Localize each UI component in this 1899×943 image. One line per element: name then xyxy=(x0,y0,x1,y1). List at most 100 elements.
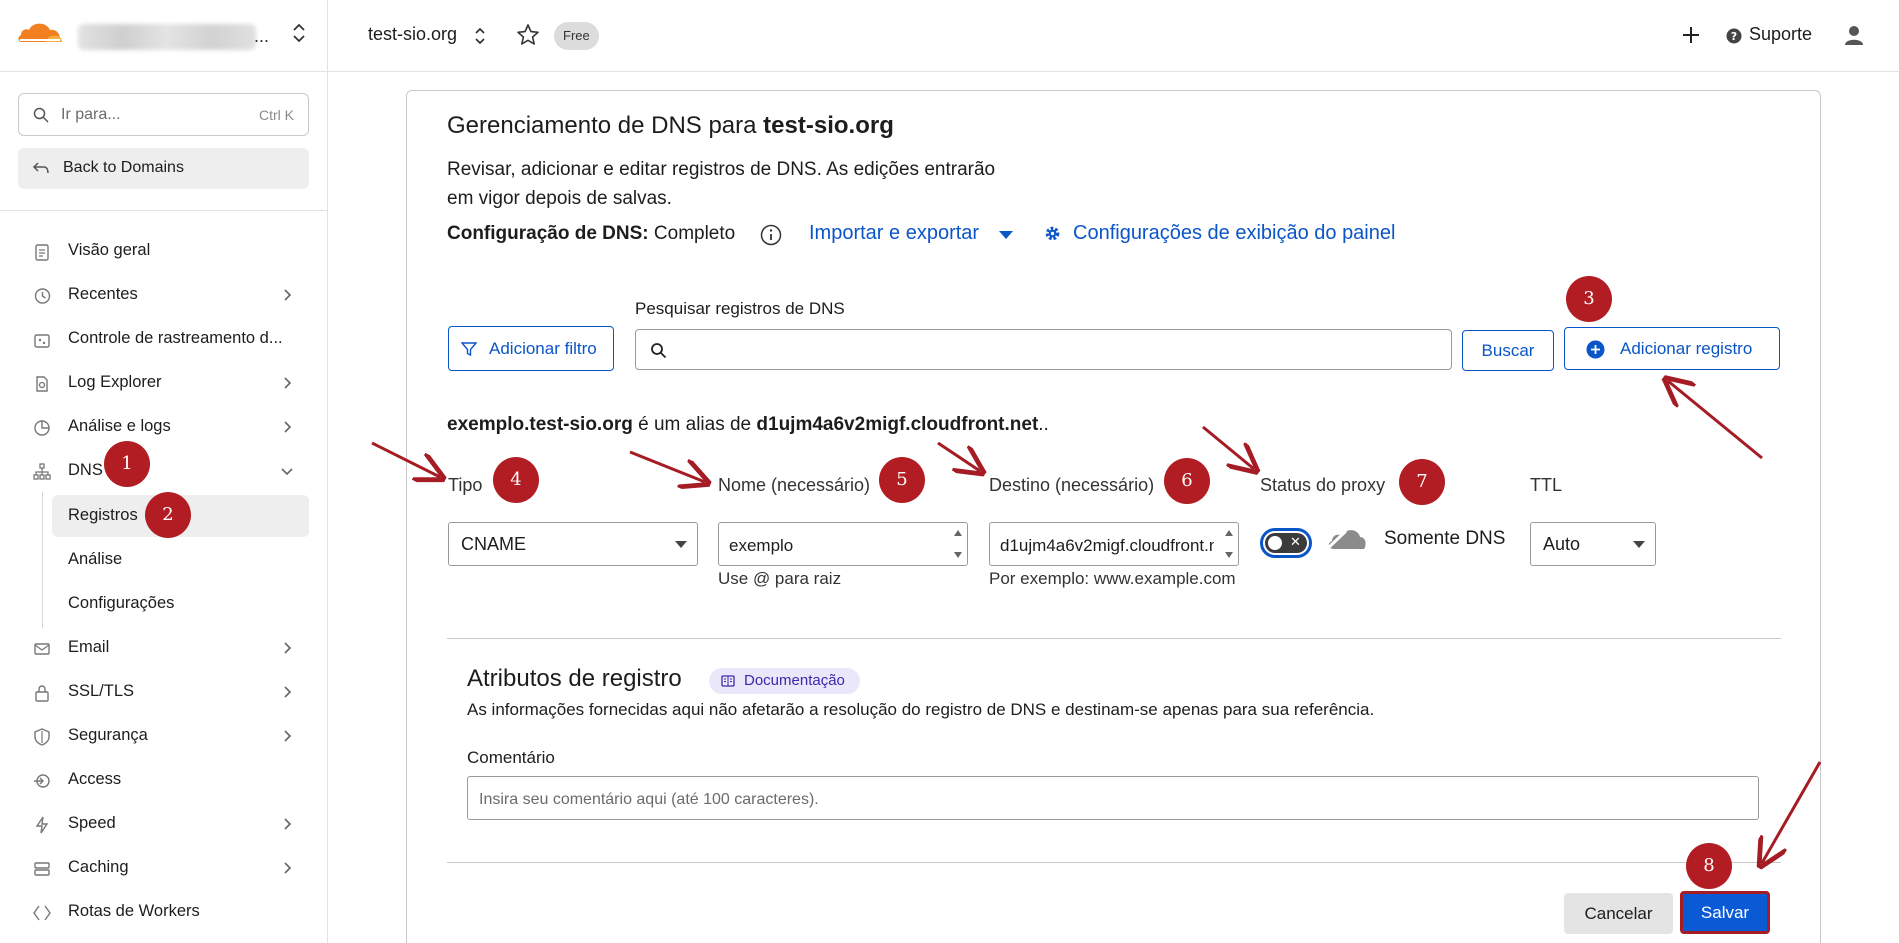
resize-arrows-icon xyxy=(1225,530,1233,558)
proxy-status-label: Status do proxy xyxy=(1260,475,1386,495)
nav-item-worker-routes[interactable]: Rotas de Workers xyxy=(18,893,309,931)
support-link[interactable]: Suporte xyxy=(1749,24,1812,45)
account-bar: ... xyxy=(0,0,328,72)
name-value: exemplo xyxy=(729,536,794,555)
chevron-right-icon xyxy=(284,862,292,874)
divider xyxy=(447,638,1781,639)
type-value: CNAME xyxy=(461,534,527,554)
star-icon[interactable] xyxy=(516,23,540,47)
caret-down-icon xyxy=(1633,541,1645,548)
nav-item-dns[interactable]: DNS xyxy=(18,452,309,490)
page-description: Revisar, adicionar e editar registros de… xyxy=(447,159,996,209)
book-icon xyxy=(721,675,735,687)
type-select[interactable]: CNAME xyxy=(448,522,698,566)
ttl-value: Auto xyxy=(1543,534,1581,554)
proxy-toggle[interactable]: ✕ xyxy=(1260,528,1312,558)
search-records-input[interactable] xyxy=(635,329,1452,370)
cloudflare-logo[interactable] xyxy=(16,18,64,46)
top-bar: test-sio.org Free ? Suporte xyxy=(328,0,1899,72)
chevron-down-icon xyxy=(281,468,293,476)
proxy-status-value: Somente DNS xyxy=(1384,528,1506,549)
nav-item-email[interactable]: Email xyxy=(18,629,309,667)
search-button[interactable]: Buscar xyxy=(1462,330,1554,371)
chevron-right-icon xyxy=(284,730,292,742)
nav-label: Configurações xyxy=(68,594,175,612)
chevron-up-down-icon[interactable] xyxy=(290,22,308,44)
toggle-track: ✕ xyxy=(1265,533,1307,553)
add-circle-icon xyxy=(1586,340,1605,359)
add-filter-button[interactable]: Adicionar filtro xyxy=(448,326,614,371)
annotation-badge-1: 1 xyxy=(104,441,150,487)
search-icon xyxy=(33,107,49,123)
target-input[interactable]: d1ujm4a6v2migf.cloudfront.net xyxy=(989,522,1239,566)
nav-label: SSL/TLS xyxy=(68,682,135,700)
nav-item-tracking-control[interactable]: Controle de rastreamento d... xyxy=(18,320,309,358)
target-value: d1ujm4a6v2migf.cloudfront.net xyxy=(1000,536,1214,555)
help-icon[interactable]: ? xyxy=(1726,28,1742,44)
documentation-link[interactable]: Documentação xyxy=(709,668,860,694)
history-icon xyxy=(34,288,51,304)
caret-down-icon xyxy=(675,541,687,548)
server-icon xyxy=(34,862,50,876)
chevron-up-down-icon[interactable] xyxy=(472,25,488,47)
name-input[interactable]: exemplo xyxy=(718,522,968,566)
search-icon xyxy=(651,343,667,359)
nav-label: Rotas de Workers xyxy=(68,902,200,920)
shield-icon xyxy=(34,728,50,746)
dns-config-status: Configuração de DNS: Completo xyxy=(447,223,736,244)
nav-label: Recentes xyxy=(68,285,138,303)
nav-label: Caching xyxy=(68,858,129,876)
display-settings-link[interactable]: Configurações de exibição do painel xyxy=(1073,222,1395,245)
nav-item-analytics-logs[interactable]: Análise e logs xyxy=(18,408,309,446)
search-records-label: Pesquisar registros de DNS xyxy=(635,299,845,318)
add-filter-label: Adicionar filtro xyxy=(489,339,597,358)
annotation-badge-4: 4 xyxy=(493,457,539,503)
chevron-right-icon xyxy=(284,818,292,830)
mail-icon xyxy=(34,643,50,655)
user-icon[interactable] xyxy=(1843,24,1865,46)
target-hint: Por exemplo: www.example.com xyxy=(989,569,1236,588)
back-to-domains-button[interactable]: Back to Domains xyxy=(18,148,309,189)
nav-subitem-settings[interactable]: Configurações xyxy=(52,583,309,625)
workers-icon xyxy=(33,905,51,921)
nav-item-caching[interactable]: Caching xyxy=(18,849,309,887)
nav-item-access[interactable]: Access xyxy=(18,761,309,799)
nav-item-overview[interactable]: Visão geral xyxy=(18,232,309,270)
annotation-badge-3: 3 xyxy=(1566,276,1612,322)
cancel-button[interactable]: Cancelar xyxy=(1564,893,1673,934)
ttl-select[interactable]: Auto xyxy=(1530,522,1656,566)
nav-item-security[interactable]: Segurança xyxy=(18,717,309,755)
info-icon[interactable] xyxy=(760,224,782,246)
nav-item-recent[interactable]: Recentes xyxy=(18,276,309,314)
nav-label: Segurança xyxy=(68,726,148,744)
goto-shortcut: Ctrl K xyxy=(259,107,294,123)
nav-label: Speed xyxy=(68,814,116,832)
nav-label: Visão geral xyxy=(68,241,151,259)
chevron-right-icon xyxy=(284,686,292,698)
svg-text:?: ? xyxy=(1731,30,1737,43)
nav-item-speed[interactable]: Speed xyxy=(18,805,309,843)
sidebar: ... Ir para... Ctrl K Back to Domains Vi… xyxy=(0,0,328,943)
account-name-redacted[interactable] xyxy=(78,24,256,50)
nav-label: Access xyxy=(68,770,122,788)
gear-icon[interactable] xyxy=(1044,225,1061,242)
cloud-dns-only-icon xyxy=(1324,529,1366,551)
add-record-button[interactable]: Adicionar registro xyxy=(1564,327,1780,370)
annotation-badge-8: 8 xyxy=(1686,843,1732,889)
nav-item-ssl-tls[interactable]: SSL/TLS xyxy=(18,673,309,711)
save-button[interactable]: Salvar xyxy=(1680,891,1770,934)
nav-subitem-analytics[interactable]: Análise xyxy=(52,539,309,581)
plus-icon[interactable] xyxy=(1678,22,1704,48)
comment-input[interactable]: Insira seu comentário aqui (até 100 cara… xyxy=(467,776,1759,820)
name-label: Nome (necessário) xyxy=(718,475,871,495)
submenu-line xyxy=(42,492,43,628)
goto-placeholder: Ir para... xyxy=(61,106,121,123)
back-arrow-icon xyxy=(32,162,49,174)
nav-item-log-explorer[interactable]: Log Explorer xyxy=(18,364,309,402)
annotation-badge-7: 7 xyxy=(1399,459,1445,505)
caret-down-icon[interactable] xyxy=(998,230,1014,240)
domain-selector[interactable]: test-sio.org xyxy=(368,24,457,45)
goto-search-input[interactable]: Ir para... Ctrl K xyxy=(18,93,309,136)
import-export-link[interactable]: Importar e exportar xyxy=(809,222,979,245)
cookie-icon xyxy=(34,334,50,348)
